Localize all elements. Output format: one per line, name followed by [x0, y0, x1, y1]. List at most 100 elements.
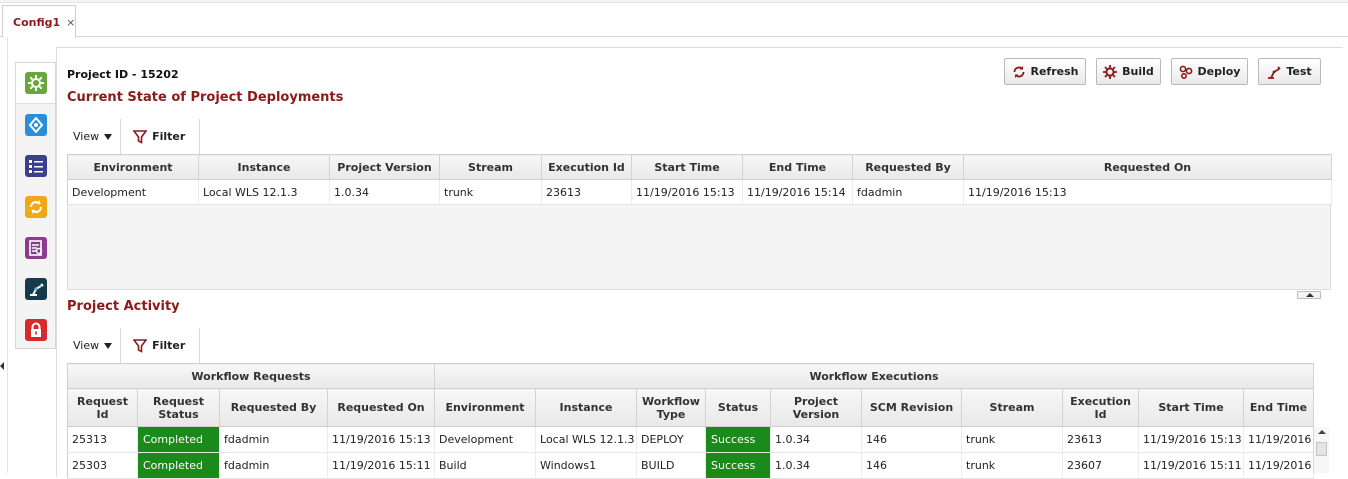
cell-instance: Windows1 — [535, 452, 638, 479]
table-row[interactable]: 25313 Completed fdadmin 11/19/2016 15:13… — [67, 426, 1315, 453]
execution-id-link[interactable]: 23607 — [1062, 452, 1140, 479]
table-row[interactable]: Development Local WLS 12.1.3 1.0.34 trun… — [67, 179, 1332, 205]
test-label: Test — [1286, 65, 1312, 78]
execution-id-link[interactable]: 23613 — [1062, 426, 1140, 453]
col-request-id[interactable]: Request Id — [67, 388, 138, 427]
cell-scm-revision: 146 — [861, 426, 963, 453]
caret-down-icon — [104, 133, 113, 140]
col-project-version[interactable]: Project Version — [770, 388, 863, 427]
table-row[interactable]: 25303 Completed fdadmin 11/19/2016 15:11… — [67, 452, 1315, 479]
scroll-thumb[interactable] — [1316, 442, 1327, 456]
col-requested-by[interactable]: Requested By — [852, 154, 964, 180]
deployments-empty-area — [67, 205, 1331, 290]
left-collapse-strip[interactable] — [0, 37, 8, 473]
refresh-icon — [1013, 65, 1024, 78]
deployments-filter-button[interactable]: Filter — [120, 119, 201, 154]
cell-requested-on: 11/19/2016 15:11 — [327, 452, 436, 479]
nav-sync[interactable] — [16, 186, 55, 227]
cell-request-status: Completed — [137, 426, 220, 453]
activity-title: Project Activity — [67, 299, 180, 314]
build-gear-icon — [1103, 64, 1118, 79]
col-end-time[interactable]: End Time — [1243, 388, 1315, 427]
col-stream[interactable]: Stream — [961, 388, 1064, 427]
col-end-time[interactable]: End Time — [742, 154, 853, 180]
col-instance[interactable]: Instance — [198, 154, 330, 180]
cell-start-time: 11/19/2016 15:11 — [1138, 452, 1245, 479]
col-requested-on[interactable]: Requested On — [963, 154, 1332, 180]
cell-project-version: 1.0.34 — [329, 179, 440, 205]
cell-request-id: 25303 — [67, 452, 138, 479]
deployments-toolbar: View Filter — [67, 119, 201, 154]
group-workflow-executions: Workflow Executions — [434, 363, 1315, 389]
col-execution-id[interactable]: Execution Id — [1062, 388, 1140, 427]
filter-label: Filter — [152, 130, 186, 143]
activity-view-menu[interactable]: View — [67, 328, 120, 363]
nav-security[interactable] — [16, 309, 55, 350]
cell-requested-on: 11/19/2016 15:13 — [963, 179, 1332, 205]
report-icon — [24, 236, 47, 259]
col-start-time[interactable]: Start Time — [1138, 388, 1245, 427]
col-execution-id[interactable]: Execution Id — [541, 154, 632, 180]
col-requested-by[interactable]: Requested By — [219, 388, 328, 427]
nav-workflow[interactable] — [16, 104, 55, 145]
col-request-status[interactable]: Request Status — [137, 388, 220, 427]
sync-icon — [24, 195, 47, 218]
deploy-button[interactable]: Deploy — [1171, 58, 1248, 85]
collapse-splitter-button[interactable] — [1297, 291, 1321, 299]
cell-status: Success — [705, 452, 772, 479]
col-status[interactable]: Status — [705, 388, 772, 427]
test-button[interactable]: Test — [1258, 58, 1321, 85]
cell-requested-by: fdadmin — [219, 426, 328, 453]
nav-robot[interactable] — [16, 268, 55, 309]
nav-report[interactable] — [16, 227, 55, 268]
list-icon — [24, 154, 47, 177]
col-instance[interactable]: Instance — [535, 388, 638, 427]
cell-environment: Development — [434, 426, 537, 453]
nav-list[interactable] — [16, 145, 55, 186]
col-environment[interactable]: Environment — [434, 388, 537, 427]
deployments-table: Environment Instance Project Version Str… — [67, 154, 1332, 205]
cell-request-id: 25313 — [67, 426, 138, 453]
refresh-button[interactable]: Refresh — [1004, 58, 1086, 85]
activity-group-header-row: Workflow Requests Workflow Executions — [67, 363, 1315, 389]
col-requested-on[interactable]: Requested On — [327, 388, 436, 427]
refresh-label: Refresh — [1030, 65, 1079, 78]
cell-instance: Local WLS 12.1.3 — [198, 179, 330, 205]
activity-vertical-scrollbar[interactable] — [1313, 427, 1329, 473]
col-project-version[interactable]: Project Version — [329, 154, 440, 180]
build-label: Build — [1122, 65, 1154, 78]
deploy-label: Deploy — [1197, 65, 1241, 78]
status-badge: Success — [706, 427, 770, 452]
filter-icon — [133, 338, 148, 353]
close-icon[interactable]: × — [66, 16, 75, 29]
execution-id-link[interactable]: 23613 — [541, 179, 632, 205]
cell-project-version: 1.0.34 — [770, 452, 863, 479]
test-robot-icon — [1268, 65, 1281, 79]
cell-end-time: 11/19/2016 15: — [1243, 426, 1315, 453]
status-badge: Completed — [138, 427, 219, 452]
cell-stream: trunk — [439, 179, 542, 205]
col-environment[interactable]: Environment — [67, 154, 199, 180]
filter-label: Filter — [152, 339, 186, 352]
deployments-view-menu[interactable]: View — [67, 119, 120, 154]
deployments-header-row: Environment Instance Project Version Str… — [67, 154, 1332, 180]
view-label: View — [73, 339, 100, 352]
col-stream[interactable]: Stream — [439, 154, 542, 180]
tab-config1[interactable]: Config1 × — [2, 5, 76, 38]
build-button[interactable]: Build — [1096, 58, 1161, 85]
tab-label: Config1 — [13, 15, 61, 29]
cell-scm-revision: 146 — [861, 452, 963, 479]
cell-project-version: 1.0.34 — [770, 426, 863, 453]
col-workflow-type[interactable]: Workflow Type — [636, 388, 707, 427]
collapse-left-icon[interactable] — [0, 362, 4, 370]
caret-down-icon — [104, 342, 113, 349]
nav-project-config[interactable] — [16, 63, 55, 104]
gear-icon — [24, 72, 47, 94]
side-nav — [15, 62, 56, 349]
col-scm-revision[interactable]: SCM Revision — [861, 388, 963, 427]
cell-stream: trunk — [961, 426, 1064, 453]
activity-toolbar: View Filter — [67, 328, 201, 363]
scroll-up-icon[interactable] — [1318, 430, 1326, 434]
activity-filter-button[interactable]: Filter — [120, 328, 201, 363]
col-start-time[interactable]: Start Time — [631, 154, 743, 180]
